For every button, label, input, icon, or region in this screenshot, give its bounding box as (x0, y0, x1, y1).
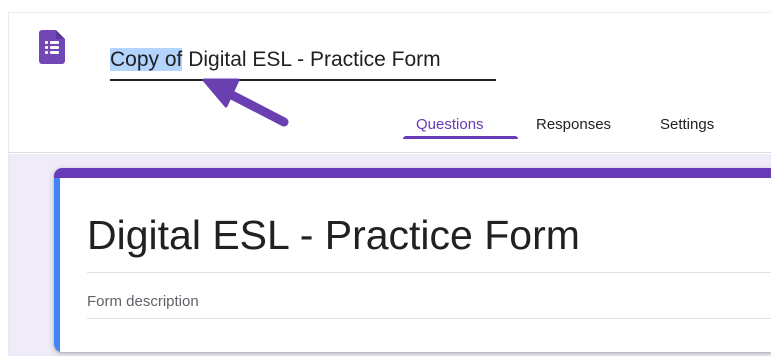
form-name-text: Digital ESL - Practice Form (182, 48, 441, 71)
forms-logo-line (50, 51, 59, 54)
forms-logo-bullet (45, 46, 48, 49)
form-title-underline (87, 272, 771, 273)
app-window: Copy of Digital ESL - Practice Form Ques… (0, 0, 771, 356)
form-name-field[interactable]: Copy of Digital ESL - Practice Form (110, 44, 496, 81)
selected-text: Copy of (110, 48, 183, 71)
form-description-field[interactable]: Form description (87, 292, 199, 312)
tab-settings[interactable]: Settings (660, 114, 714, 136)
card-accent-bar (54, 168, 771, 178)
forms-logo-line (50, 41, 59, 44)
card-focus-bar (54, 178, 60, 352)
tab-questions[interactable]: Questions (416, 114, 484, 136)
forms-logo-bullet (45, 41, 48, 44)
form-name-underline (110, 79, 496, 81)
tab-responses[interactable]: Responses (536, 114, 611, 136)
forms-logo-bullet (45, 51, 48, 54)
forms-logo-fold (56, 30, 65, 39)
form-name-input[interactable]: Copy of Digital ESL - Practice Form (110, 44, 496, 76)
tab-bar: Questions Responses Settings (0, 114, 762, 140)
form-title[interactable]: Digital ESL - Practice Form (87, 210, 580, 260)
active-tab-indicator (403, 136, 518, 139)
forms-logo-line (50, 46, 59, 49)
google-forms-icon[interactable] (39, 30, 65, 82)
form-description-underline (87, 318, 771, 319)
form-header-card[interactable]: Digital ESL - Practice Form Form descrip… (54, 168, 771, 352)
